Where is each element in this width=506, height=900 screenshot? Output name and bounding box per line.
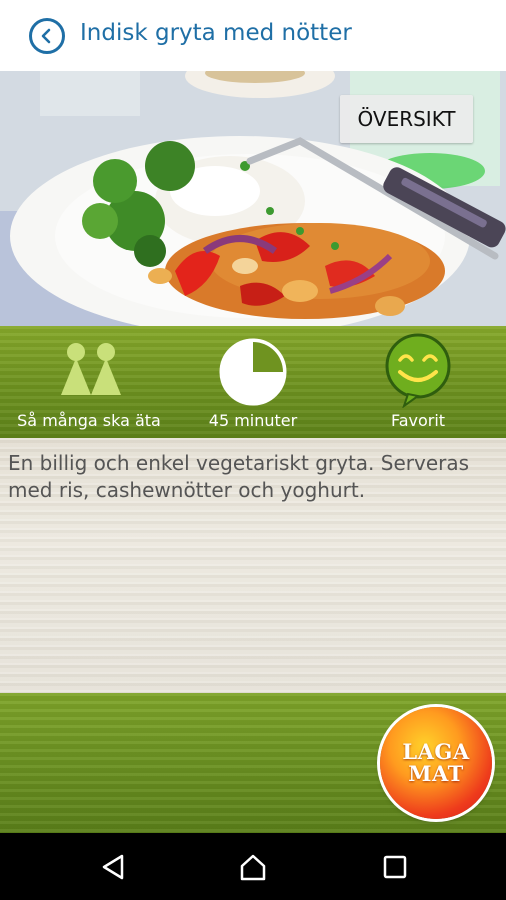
home-icon[interactable] xyxy=(238,852,268,882)
recipe-description: En billig och enkel vegetariskt gryta. S… xyxy=(8,451,470,502)
servings-label: Så många ska äta xyxy=(17,411,161,430)
favorite-label: Favorit xyxy=(390,411,446,430)
time-item[interactable]: 45 minuter xyxy=(180,326,330,438)
overview-button[interactable]: ÖVERSIKT xyxy=(340,95,473,143)
smiley-favorite-icon xyxy=(385,333,451,408)
recipe-info-bar: Så många ska äta 45 minuter Favorit xyxy=(0,326,506,438)
cook-button-line2: MAT xyxy=(408,761,464,786)
favorite-item[interactable]: Favorit xyxy=(330,326,506,438)
triangle-back-icon[interactable] xyxy=(98,852,128,882)
clock-pie-icon xyxy=(219,338,287,406)
app-header: Indisk gryta med nötter xyxy=(0,0,506,71)
recipe-photo: ÖVERSIKT xyxy=(0,71,506,326)
cook-button-line1: LAGA xyxy=(402,739,470,764)
system-nav-bar xyxy=(0,833,506,900)
page-title: Indisk gryta med nötter xyxy=(80,20,352,46)
square-recents-icon[interactable] xyxy=(380,852,410,882)
chevron-left-icon xyxy=(41,28,51,44)
servings-item[interactable]: Så många ska äta xyxy=(0,326,180,438)
recipe-description-panel: En billig och enkel vegetariskt gryta. S… xyxy=(0,438,506,693)
time-label: 45 minuter xyxy=(208,411,298,430)
cook-button[interactable]: LAGA MAT xyxy=(380,707,492,819)
back-button[interactable] xyxy=(29,18,65,54)
people-icon xyxy=(61,343,121,395)
